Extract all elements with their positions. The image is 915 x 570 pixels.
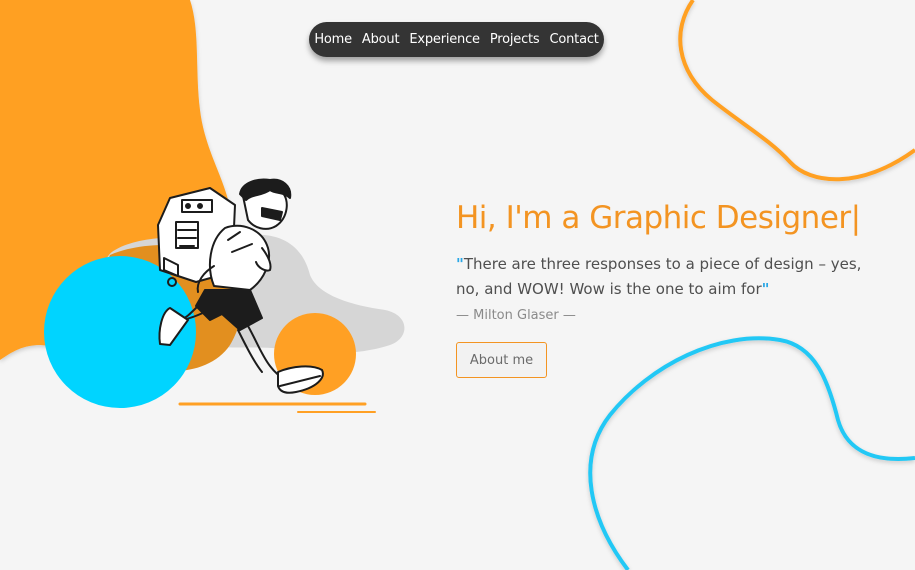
orange-outline-curve <box>678 0 915 182</box>
nav-contact-link[interactable]: Contact <box>550 32 599 47</box>
about-me-button[interactable]: About me <box>456 342 547 378</box>
nav-home-link[interactable]: Home <box>314 32 352 47</box>
design-quote: "There are three responses to a piece of… <box>456 252 881 302</box>
quote-text: There are three responses to a piece of … <box>456 255 862 298</box>
nav-experience-link[interactable]: Experience <box>409 32 480 47</box>
main-navigation: Home About Experience Projects Contact <box>309 22 604 57</box>
quote-open-mark: " <box>456 255 464 273</box>
hero-title-text: Hi, I'm a Graphic Designer <box>456 200 851 236</box>
nav-about-link[interactable]: About <box>362 32 400 47</box>
nav-projects-link[interactable]: Projects <box>490 32 540 47</box>
hero-section: Hi, I'm a Graphic Designer| "There are t… <box>456 200 896 378</box>
hero-title: Hi, I'm a Graphic Designer| <box>456 200 896 236</box>
blue-outline-curve <box>588 336 915 570</box>
portfolio-page: Home About Experience Projects Contact H… <box>0 0 915 570</box>
typing-caret: | <box>850 200 861 236</box>
quote-close-mark: " <box>761 280 770 298</box>
quote-author: — Milton Glaser — <box>456 308 576 323</box>
